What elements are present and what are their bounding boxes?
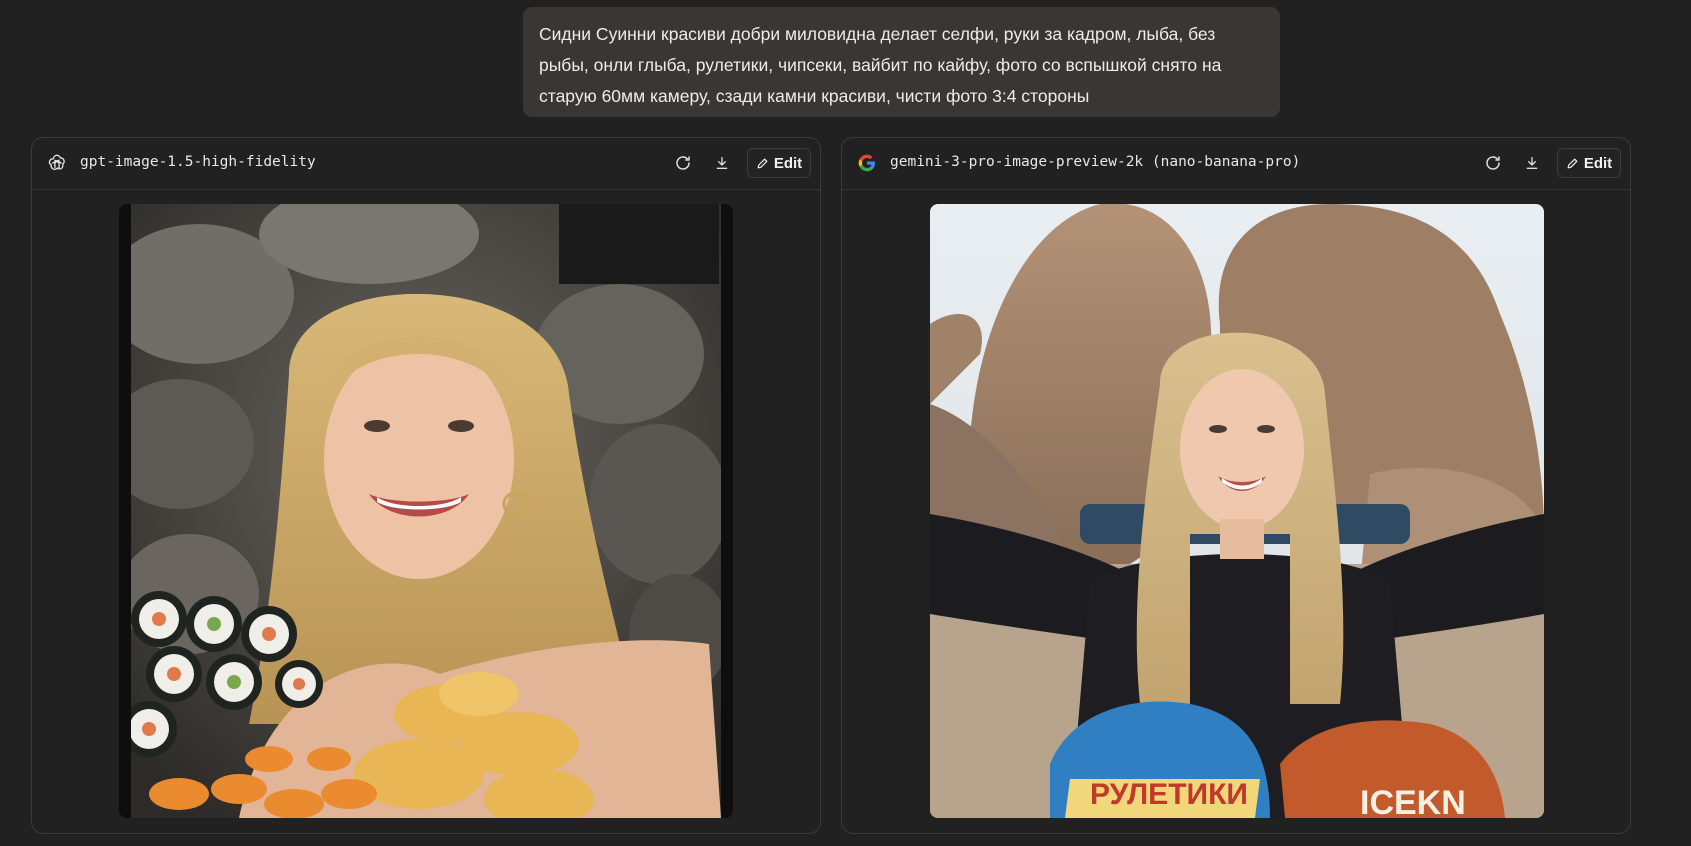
panel-header: gemini-3-pro-image-preview-2k (nano-bana… — [842, 138, 1630, 190]
edit-label: Edit — [1583, 154, 1613, 172]
regenerate-button[interactable] — [672, 152, 694, 174]
prompt-line-1: Сидни Суинни красиви добри миловидна дел… — [539, 24, 1216, 44]
download-icon — [716, 157, 728, 169]
model-name: gemini-3-pro-image-preview-2k (nano-bana… — [890, 154, 1301, 170]
download-button[interactable] — [1521, 152, 1543, 174]
edit-label: Edit — [773, 154, 803, 172]
page: Сидни Суинни красиви добри миловидна дел… — [0, 0, 1691, 846]
openai-logo-icon — [48, 154, 65, 170]
prompt-bubble: Сидни Суинни красиви добри миловидна дел… — [523, 7, 1280, 117]
regenerate-button[interactable] — [1482, 152, 1504, 174]
bag-label-right: ICEKN — [1360, 784, 1466, 818]
prompt-line-2: рыбы, онли глыба, рулетики, чипсеки, вай… — [539, 55, 1222, 75]
pencil-icon — [1567, 158, 1578, 168]
google-logo-icon — [858, 154, 875, 172]
generated-image-gpt[interactable] — [119, 204, 733, 818]
panel-header: gpt-image-1.5-high-fidelity Edit — [32, 138, 820, 190]
pencil-icon — [757, 158, 768, 168]
bag-label-left: РУЛЕТИКИ — [1090, 778, 1248, 811]
download-icon — [1526, 157, 1538, 169]
result-panel-gemini: gemini-3-pro-image-preview-2k (nano-bana… — [841, 137, 1631, 834]
selfie-photo-illustration: РУЛЕТИКИ ICEKN — [930, 204, 1544, 818]
result-panel-gpt: gpt-image-1.5-high-fidelity Edit — [31, 137, 821, 834]
edit-button[interactable]: Edit — [747, 148, 811, 178]
model-name: gpt-image-1.5-high-fidelity — [80, 154, 316, 170]
selfie-photo-illustration — [119, 204, 733, 818]
refresh-icon — [676, 156, 690, 170]
refresh-icon — [1486, 156, 1500, 170]
edit-button[interactable]: Edit — [1557, 148, 1621, 178]
prompt-line-3: старую 60мм камеру, сзади камни красиви,… — [539, 86, 1090, 106]
download-button[interactable] — [711, 152, 733, 174]
generated-image-gemini[interactable]: РУЛЕТИКИ ICEKN — [930, 204, 1544, 818]
